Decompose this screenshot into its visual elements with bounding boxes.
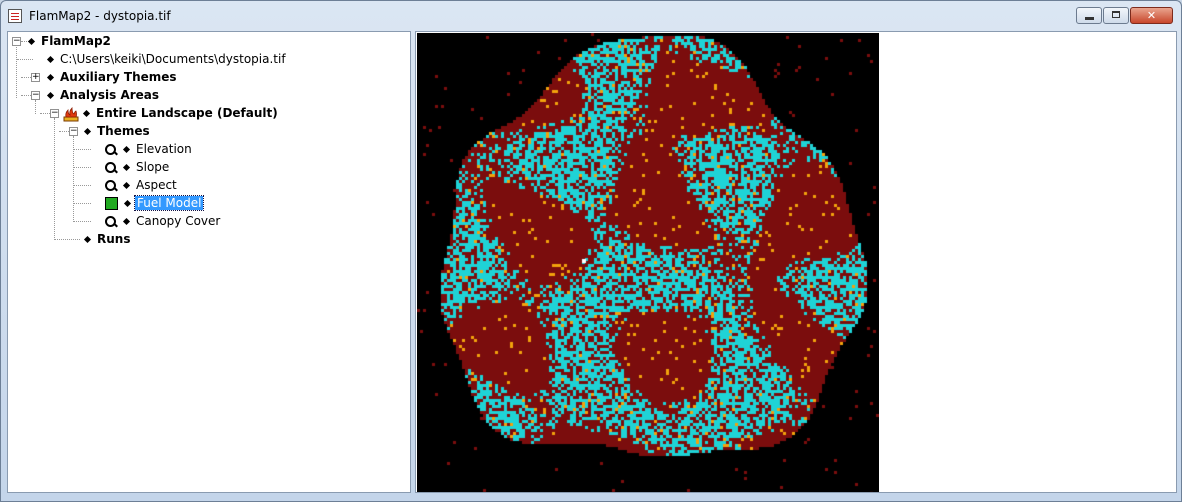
tree-node-slope[interactable]: Slope [103, 158, 171, 176]
node-bullet-icon [46, 55, 55, 63]
fuel-model-swatch-icon [105, 197, 118, 210]
node-bullet-icon [27, 37, 36, 45]
close-icon: ✕ [1146, 9, 1157, 22]
node-bullet-icon [122, 217, 131, 225]
fuel-model-map[interactable] [417, 33, 879, 492]
tree-node-themes[interactable]: Themes [82, 122, 152, 140]
node-bullet-icon [122, 181, 131, 189]
project-tree[interactable]: − + − − − FlamMap2 C:\Users\keiki\Docume… [7, 31, 411, 493]
collapse-themes-toggle[interactable]: − [69, 127, 78, 136]
tree-node-entire-landscape[interactable]: Entire Landscape (Default) [63, 104, 280, 122]
tree-node-canopy-cover[interactable]: Canopy Cover [103, 212, 222, 230]
magnifier-icon [103, 142, 119, 158]
magnifier-icon [103, 178, 119, 194]
expand-auxiliary-themes-toggle[interactable]: + [31, 73, 40, 82]
magnifier-icon [103, 214, 119, 230]
collapse-entire-landscape-toggle[interactable]: − [50, 109, 59, 118]
title-bar[interactable]: FlamMap2 - dystopia.tif ✕ [1, 1, 1181, 31]
tree-node-runs[interactable]: Runs [82, 230, 132, 248]
node-bullet-icon [82, 109, 91, 117]
close-button[interactable]: ✕ [1130, 7, 1173, 24]
fire-icon [63, 106, 79, 121]
collapse-root-toggle[interactable]: − [12, 37, 21, 46]
tree-node-file-path[interactable]: C:\Users\keiki\Documents\dystopia.tif [45, 50, 288, 68]
collapse-analysis-areas-toggle[interactable]: − [31, 91, 40, 100]
node-bullet-icon [122, 145, 131, 153]
tree-node-root[interactable]: FlamMap2 [26, 32, 113, 50]
maximize-icon [1112, 11, 1120, 18]
node-bullet-icon [83, 235, 92, 243]
tree-node-aspect[interactable]: Aspect [103, 176, 179, 194]
app-window: FlamMap2 - dystopia.tif ✕ − + − − − Flam… [0, 0, 1182, 502]
node-bullet-icon [83, 127, 92, 135]
node-bullet-icon [46, 91, 55, 99]
node-bullet-icon [122, 163, 131, 171]
minimize-icon [1085, 17, 1094, 20]
magnifier-icon [103, 160, 119, 176]
tree-node-auxiliary-themes[interactable]: Auxiliary Themes [45, 68, 179, 86]
node-bullet-icon [123, 199, 132, 207]
node-bullet-icon [46, 73, 55, 81]
map-view[interactable] [415, 31, 1177, 493]
tree-node-analysis-areas[interactable]: Analysis Areas [45, 86, 161, 104]
window-title: FlamMap2 - dystopia.tif [29, 9, 171, 23]
tree-node-elevation[interactable]: Elevation [103, 140, 194, 158]
minimize-button[interactable] [1076, 7, 1102, 24]
app-icon [8, 9, 22, 23]
tree-node-fuel-model[interactable]: Fuel Model [103, 194, 205, 212]
maximize-button[interactable] [1103, 7, 1129, 24]
